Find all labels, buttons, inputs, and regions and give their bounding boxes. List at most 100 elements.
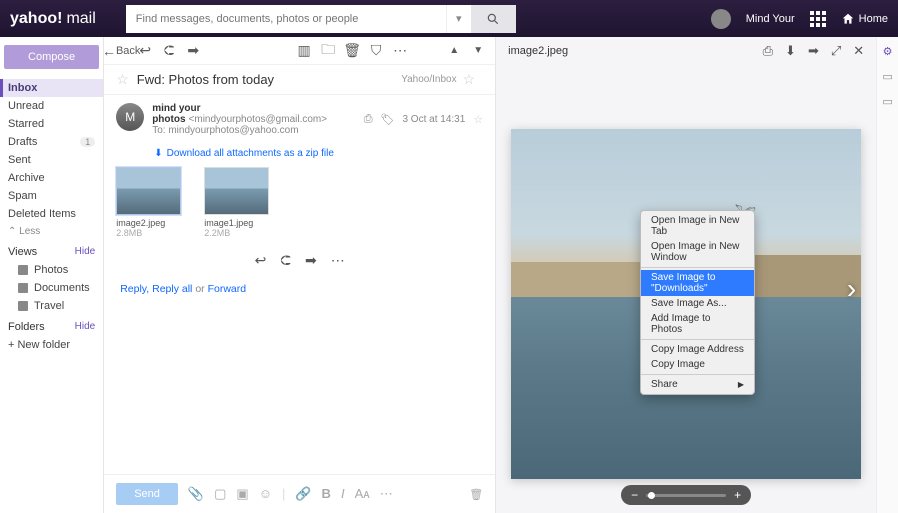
- quick-forward-icon[interactable]: ➡: [305, 252, 317, 269]
- attachment-thumb-0: [116, 167, 181, 215]
- pv-fullscreen-icon[interactable]: ⤢: [831, 43, 841, 59]
- up-icon[interactable]: ▲: [447, 44, 461, 58]
- down-icon[interactable]: ▼: [471, 44, 485, 58]
- preview-toolbar: image2.jpeg ⎙ ⬇ ➡ ⤢ ✕: [496, 37, 876, 65]
- italic-icon[interactable]: I: [341, 486, 345, 502]
- download-all-link[interactable]: Download all attachments as a zip file: [167, 148, 334, 159]
- ctx-copy-image[interactable]: Copy Image: [641, 357, 754, 372]
- folder-deleted[interactable]: Deleted Items: [0, 205, 103, 223]
- folders-header: FoldersHide: [0, 315, 103, 336]
- new-folder[interactable]: + New folder: [0, 336, 103, 354]
- gear-icon[interactable]: ⚙: [883, 45, 893, 58]
- stationery-icon[interactable]: ▣: [236, 486, 248, 502]
- right-side-strip: ⚙ ▭ ▭: [876, 37, 898, 513]
- hide-views[interactable]: Hide: [75, 246, 96, 258]
- zoom-out-icon[interactable]: −: [631, 488, 638, 502]
- zoom-in-icon[interactable]: +: [734, 488, 741, 502]
- search-icon: [486, 12, 500, 26]
- spam-icon[interactable]: ⛉: [369, 44, 383, 58]
- view-documents[interactable]: Documents: [0, 279, 103, 297]
- emoji-icon[interactable]: ☺: [259, 486, 272, 502]
- print-icon[interactable]: ⎙: [364, 113, 373, 126]
- message-column: ← Back ↩ ⮈ ➡ ▥ 🗀 🗑 ⛉ ⋯ ▲ ▼ ☆ Fwd: Photos…: [104, 37, 496, 513]
- search-dropdown[interactable]: ▾: [446, 5, 471, 33]
- folder-spam[interactable]: Spam: [0, 187, 103, 205]
- view-photos[interactable]: Photos: [0, 261, 103, 279]
- attachment-1[interactable]: image1.jpeg 2.2MB: [204, 167, 284, 238]
- forward-icon[interactable]: ➡: [186, 44, 200, 58]
- ctx-copy-address[interactable]: Copy Image Address: [641, 342, 754, 357]
- link-icon[interactable]: 🔗: [295, 486, 311, 502]
- discard-icon[interactable]: 🗑: [469, 488, 483, 501]
- message-toolbar: ← Back ↩ ⮈ ➡ ▥ 🗀 🗑 ⛉ ⋯ ▲ ▼: [104, 37, 495, 65]
- reply-links: Reply, Reply all or Forward: [104, 277, 495, 301]
- attach-icon[interactable]: 📎: [188, 486, 204, 502]
- bold-icon[interactable]: B: [322, 486, 331, 502]
- folder-drafts[interactable]: Drafts1: [0, 133, 103, 151]
- forward-link[interactable]: Forward: [208, 283, 247, 295]
- zoom-slider[interactable]: [646, 494, 726, 497]
- archive-icon[interactable]: ▥: [297, 44, 311, 58]
- gif-icon[interactable]: ▢: [214, 486, 226, 502]
- next-image-arrow[interactable]: ›: [847, 273, 856, 305]
- home-button[interactable]: Home: [841, 12, 888, 26]
- user-avatar[interactable]: [711, 9, 731, 29]
- folder-unread[interactable]: Unread: [0, 97, 103, 115]
- move-icon[interactable]: 🗀: [321, 44, 335, 58]
- preview-filename: image2.jpeg: [508, 45, 752, 57]
- ctx-open-new-window[interactable]: Open Image in New Window: [641, 239, 754, 265]
- pv-download-icon[interactable]: ⬇: [785, 43, 796, 59]
- star-icon[interactable]: ☆: [116, 71, 129, 88]
- logo-text: yahoo!: [10, 10, 62, 28]
- reply-icon[interactable]: ↩: [138, 44, 152, 58]
- contact-icon[interactable]: ▭: [882, 70, 892, 83]
- calendar-icon[interactable]: ▭: [882, 95, 892, 108]
- yahoo-logo[interactable]: yahoo!mail: [10, 10, 96, 28]
- photos-icon: [18, 265, 28, 275]
- quick-reply-icon[interactable]: ↩: [255, 252, 267, 269]
- folder-sent[interactable]: Sent: [0, 151, 103, 169]
- tag-icon[interactable]: 🏷: [381, 113, 395, 126]
- folder-inbox[interactable]: Inbox: [0, 79, 103, 97]
- less-toggle[interactable]: ⌃ Less: [0, 223, 103, 240]
- pv-forward-icon[interactable]: ➡: [808, 43, 819, 59]
- ctx-save-as[interactable]: Save Image As...: [641, 296, 754, 311]
- message-time: 3 Oct at 14:31: [402, 114, 465, 125]
- attachment-thumb-1: [204, 167, 269, 215]
- hide-folders[interactable]: Hide: [75, 321, 96, 333]
- ctx-save-downloads[interactable]: Save Image to "Downloads": [641, 270, 754, 296]
- font-icon[interactable]: Aᴀ: [355, 486, 370, 502]
- documents-icon: [18, 283, 28, 293]
- quick-reply-all-icon[interactable]: ⮈: [280, 252, 291, 269]
- ctx-share[interactable]: Share▶: [641, 377, 754, 392]
- send-button[interactable]: Send: [116, 483, 178, 505]
- sender-avatar: M: [116, 103, 144, 131]
- zoom-bar: − +: [621, 485, 751, 505]
- user-area: Mind Your Home: [711, 9, 888, 29]
- logo-mail: mail: [66, 10, 95, 28]
- ctx-open-new-tab[interactable]: Open Image in New Tab: [641, 213, 754, 239]
- search-button[interactable]: [471, 5, 516, 33]
- folder-starred[interactable]: Starred: [0, 115, 103, 133]
- pv-print-icon[interactable]: ⎙: [763, 43, 773, 59]
- reply-link[interactable]: Reply: [120, 283, 146, 295]
- delete-icon[interactable]: 🗑: [345, 44, 359, 58]
- apps-grid-icon[interactable]: [810, 11, 826, 27]
- compose-button[interactable]: Compose: [4, 45, 99, 69]
- ctx-add-to-photos[interactable]: Add Image to Photos: [641, 311, 754, 337]
- pv-close-icon[interactable]: ✕: [853, 43, 864, 59]
- compose-bar: Send 📎 ▢ ▣ ☺ | 🔗 B I Aᴀ ⋯ 🗑: [104, 474, 495, 513]
- back-button[interactable]: ← Back: [114, 44, 128, 58]
- view-travel[interactable]: Travel: [0, 297, 103, 315]
- search-input[interactable]: [126, 5, 446, 33]
- star-icon-right[interactable]: ☆: [463, 71, 476, 88]
- star-msg-icon[interactable]: ☆: [473, 113, 483, 126]
- reply-all-icon[interactable]: ⮈: [162, 44, 176, 58]
- reply-all-link[interactable]: Reply all: [152, 283, 192, 295]
- attachment-0[interactable]: image2.jpeg 2.8MB: [116, 167, 196, 238]
- more-icon[interactable]: ⋯: [393, 44, 407, 58]
- more-format-icon[interactable]: ⋯: [380, 486, 393, 502]
- user-name[interactable]: Mind Your: [746, 13, 795, 25]
- folder-archive[interactable]: Archive: [0, 169, 103, 187]
- quick-more-icon[interactable]: ⋯: [331, 252, 345, 269]
